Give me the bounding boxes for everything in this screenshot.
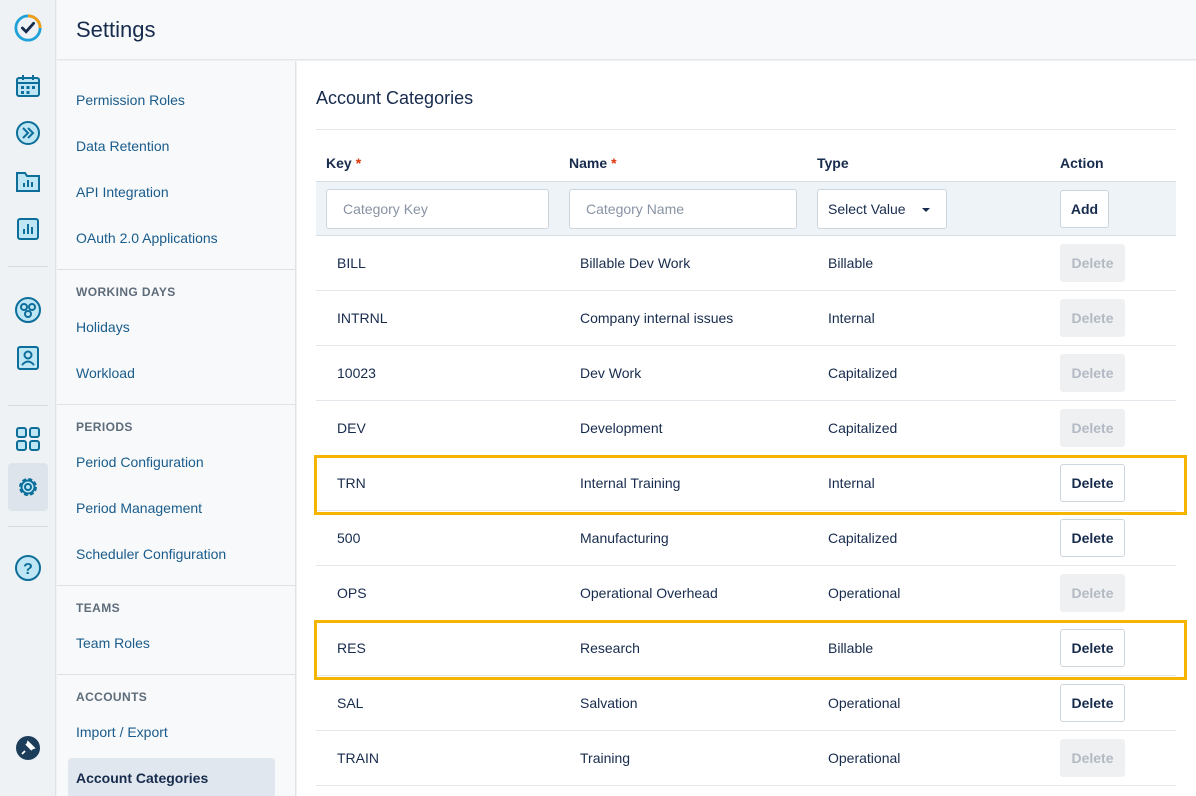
svg-text:?: ? <box>23 561 33 578</box>
delete-button[interactable]: Delete <box>1060 244 1125 282</box>
category-key-input[interactable] <box>326 189 549 229</box>
user-card-icon[interactable] <box>14 344 42 372</box>
column-header-action: Action <box>1060 155 1104 171</box>
nav-item-workload[interactable]: Workload <box>76 365 135 381</box>
row-highlight-box <box>314 620 1187 680</box>
cell-key: SAL <box>337 695 364 711</box>
cell-type: Capitalized <box>828 365 898 381</box>
cell-type: Billable <box>828 255 874 271</box>
cell-type: Capitalized <box>828 530 898 546</box>
table-row: SAL Salvation Operational Delete <box>316 676 1176 731</box>
cell-type: Internal <box>828 310 875 326</box>
cell-name: Development <box>580 420 663 436</box>
nav-item-scheduler-configuration[interactable]: Scheduler Configuration <box>76 546 226 562</box>
column-header-name: Name * <box>569 155 617 171</box>
row-highlight-box <box>314 455 1187 515</box>
table-row: 10023 Dev Work Capitalized Delete <box>316 346 1176 401</box>
delete-button[interactable]: Delete <box>1060 299 1125 337</box>
cell-type: Operational <box>828 695 901 711</box>
icon-rail: ? <box>0 0 56 796</box>
nav-item-import-export[interactable]: Import / Export <box>76 724 168 740</box>
page-title: Settings <box>76 17 156 42</box>
caret-down-icon <box>922 208 930 212</box>
cell-name: Dev Work <box>580 365 642 381</box>
cell-name: Salvation <box>580 695 638 711</box>
delete-button[interactable]: Delete <box>1060 739 1125 777</box>
delete-button[interactable]: Delete <box>1060 409 1125 447</box>
cell-name: Training <box>580 750 631 766</box>
cell-key: 500 <box>337 530 361 546</box>
table-row: INTRNL Company internal issues Internal Del… <box>316 291 1176 346</box>
nav-item-holidays[interactable]: Holidays <box>76 319 130 335</box>
cell-type: Operational <box>828 750 901 766</box>
table-row: BILL Billable Dev Work Billable Delete <box>316 236 1176 291</box>
add-button[interactable]: Add <box>1060 190 1109 228</box>
gear-icon[interactable] <box>14 473 42 501</box>
nav-item-period-management[interactable]: Period Management <box>76 500 202 516</box>
nav-item-team-roles[interactable]: Team Roles <box>76 635 150 651</box>
nav-item-oauth-applications[interactable]: OAuth 2.0 Applications <box>76 230 218 246</box>
pin-icon[interactable] <box>14 734 42 762</box>
cell-type: Operational <box>828 585 901 601</box>
cell-name: Billable Dev Work <box>580 255 691 271</box>
delete-button[interactable]: Delete <box>1060 354 1125 392</box>
table-row: TRAIN Training Operational Delete <box>316 731 1176 786</box>
section-periods: PERIODS <box>76 420 133 434</box>
section-teams: TEAMS <box>76 601 120 615</box>
section-working-days: WORKING DAYS <box>76 285 176 299</box>
cell-name: Operational Overhead <box>580 585 718 601</box>
delete-button[interactable]: Delete <box>1060 519 1125 557</box>
delete-button[interactable]: Delete <box>1060 684 1125 722</box>
cell-key: BILL <box>337 255 366 271</box>
nav-item-account-categories[interactable]: Account Categories <box>76 770 208 786</box>
bar-chart-icon[interactable] <box>14 215 42 243</box>
category-name-input[interactable] <box>569 189 797 229</box>
help-icon[interactable]: ? <box>14 554 42 582</box>
cell-key: INTRNL <box>337 310 388 326</box>
page-header: Settings <box>57 0 1196 60</box>
table-row: 500 Manufacturing Capitalized Delete <box>316 511 1176 566</box>
calendar-icon[interactable] <box>14 72 42 100</box>
nav-item-permission-roles[interactable]: Permission Roles <box>76 92 185 108</box>
cell-type: Capitalized <box>828 420 898 436</box>
table-row: OPS Operational Overhead Operational Delete <box>316 566 1176 621</box>
type-select[interactable]: Select Value <box>817 189 947 229</box>
dashboard-grid-icon[interactable] <box>14 425 42 453</box>
column-header-type: Type <box>817 155 849 171</box>
nav-item-data-retention[interactable]: Data Retention <box>76 138 169 154</box>
cell-key: TRAIN <box>337 750 379 766</box>
cell-key: OPS <box>337 585 367 601</box>
logo-check-icon[interactable] <box>14 14 42 42</box>
add-category-row: Select Value Add <box>316 181 1176 236</box>
table-row: DEV Development Capitalized Delete <box>316 401 1176 456</box>
cell-name: Manufacturing <box>580 530 669 546</box>
nav-item-api-integration[interactable]: API Integration <box>76 184 169 200</box>
nav-item-period-configuration[interactable]: Period Configuration <box>76 454 204 470</box>
fast-forward-icon[interactable] <box>14 119 42 147</box>
cell-key: 10023 <box>337 365 376 381</box>
settings-nav: Permission Roles Data Retention API Inte… <box>57 61 296 796</box>
team-icon[interactable] <box>14 296 42 324</box>
section-accounts: ACCOUNTS <box>76 690 148 704</box>
delete-button[interactable]: Delete <box>1060 574 1125 612</box>
column-header-key: Key * <box>326 155 362 171</box>
main-content: Account Categories Key * Name * Type Actio… <box>297 61 1196 796</box>
folder-chart-icon[interactable] <box>14 167 42 195</box>
cell-key: DEV <box>337 420 366 436</box>
section-title: Account Categories <box>316 88 474 108</box>
cell-name: Company internal issues <box>580 310 734 326</box>
